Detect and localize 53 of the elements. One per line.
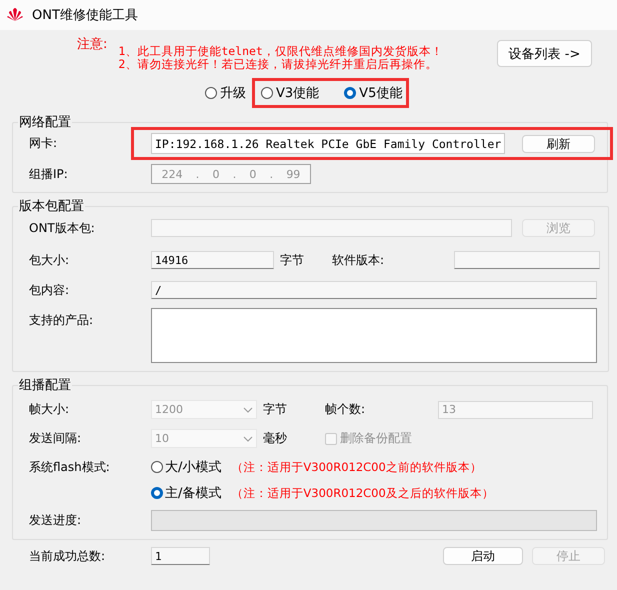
radio-label: 大/小模式 [165, 459, 222, 476]
unit-label: 字节 [263, 401, 288, 418]
refresh-button[interactable]: 刷新 [522, 134, 595, 152]
chevron-down-icon [243, 406, 253, 412]
text-field[interactable]: 14916 [151, 251, 274, 269]
field-label: ONT版本包: [29, 220, 96, 236]
app-logo-icon [6, 7, 24, 23]
product-list-box[interactable] [151, 308, 597, 363]
count-field[interactable]: 1 [151, 547, 210, 565]
radio-label: V3使能 [276, 85, 320, 102]
radio-label: 升级 [220, 85, 246, 102]
radio-button[interactable] [151, 461, 163, 473]
field-label: 软件版本: [332, 252, 386, 268]
checkbox-label: 删除备份配置 [340, 430, 412, 447]
field-label: 包内容: [29, 282, 70, 298]
note-text: （注：适用于V300R012C00之前的软件版本） [231, 460, 482, 474]
field-label: 包大小: [29, 252, 70, 268]
radio-button[interactable] [205, 87, 217, 99]
field-label: 网卡: [29, 135, 58, 152]
nic-dropdown[interactable]: IP:192.168.1.26 Realtek PCIe GbE Family Controller [151, 133, 505, 154]
radio-label: V5使能 [359, 85, 402, 102]
mode-radio[interactable]: 主/备模式 [151, 484, 222, 502]
mode-radio[interactable]: 升级 [205, 84, 246, 102]
notice-label: 注意: [77, 36, 108, 54]
notice-text: 1、此工具用于使能telnet，仅限代维点维修国内发货版本！ [118, 45, 443, 58]
chevron-down-icon [243, 436, 253, 442]
start-button[interactable]: 启动 [443, 547, 523, 565]
mode-radio[interactable]: V3使能 [261, 84, 320, 102]
field-label: 发送进度: [29, 512, 82, 529]
text-field[interactable]: / [151, 281, 597, 299]
radio-button[interactable] [261, 87, 273, 99]
unit-label: 毫秒 [263, 430, 288, 447]
mode-radio[interactable]: 大/小模式 [151, 458, 222, 476]
field-label: 发送间隔: [29, 430, 82, 447]
field-label: 当前成功总数: [29, 548, 106, 564]
field-label: 系统flash模式: [29, 459, 111, 476]
radio-button[interactable] [151, 487, 163, 499]
window-title: ONT维修使能工具 [32, 7, 138, 24]
field-label: 组播IP: [29, 166, 69, 182]
note-text: （注：适用于V300R012C00及之后的软件版本） [231, 486, 494, 500]
device-list-button[interactable]: 设备列表 -> [497, 40, 592, 67]
notice-text: 2、请勿连接光纤！若已连接，请拔掉光纤并重启后再操作。 [118, 58, 438, 71]
text-field[interactable] [454, 251, 600, 269]
mode-radio[interactable]: V5使能 [344, 84, 402, 102]
radio-button[interactable] [344, 87, 356, 99]
group-title: 组播配置 [18, 377, 72, 394]
group-title: 网络配置 [18, 114, 72, 131]
field-label: 帧大小: [29, 401, 70, 418]
field-label: 帧个数: [325, 401, 366, 418]
radio-label: 主/备模式 [165, 485, 222, 502]
field-label: 支持的产品: [29, 312, 94, 329]
unit-label: 字节 [280, 252, 305, 268]
group-title: 版本包配置 [18, 198, 85, 215]
